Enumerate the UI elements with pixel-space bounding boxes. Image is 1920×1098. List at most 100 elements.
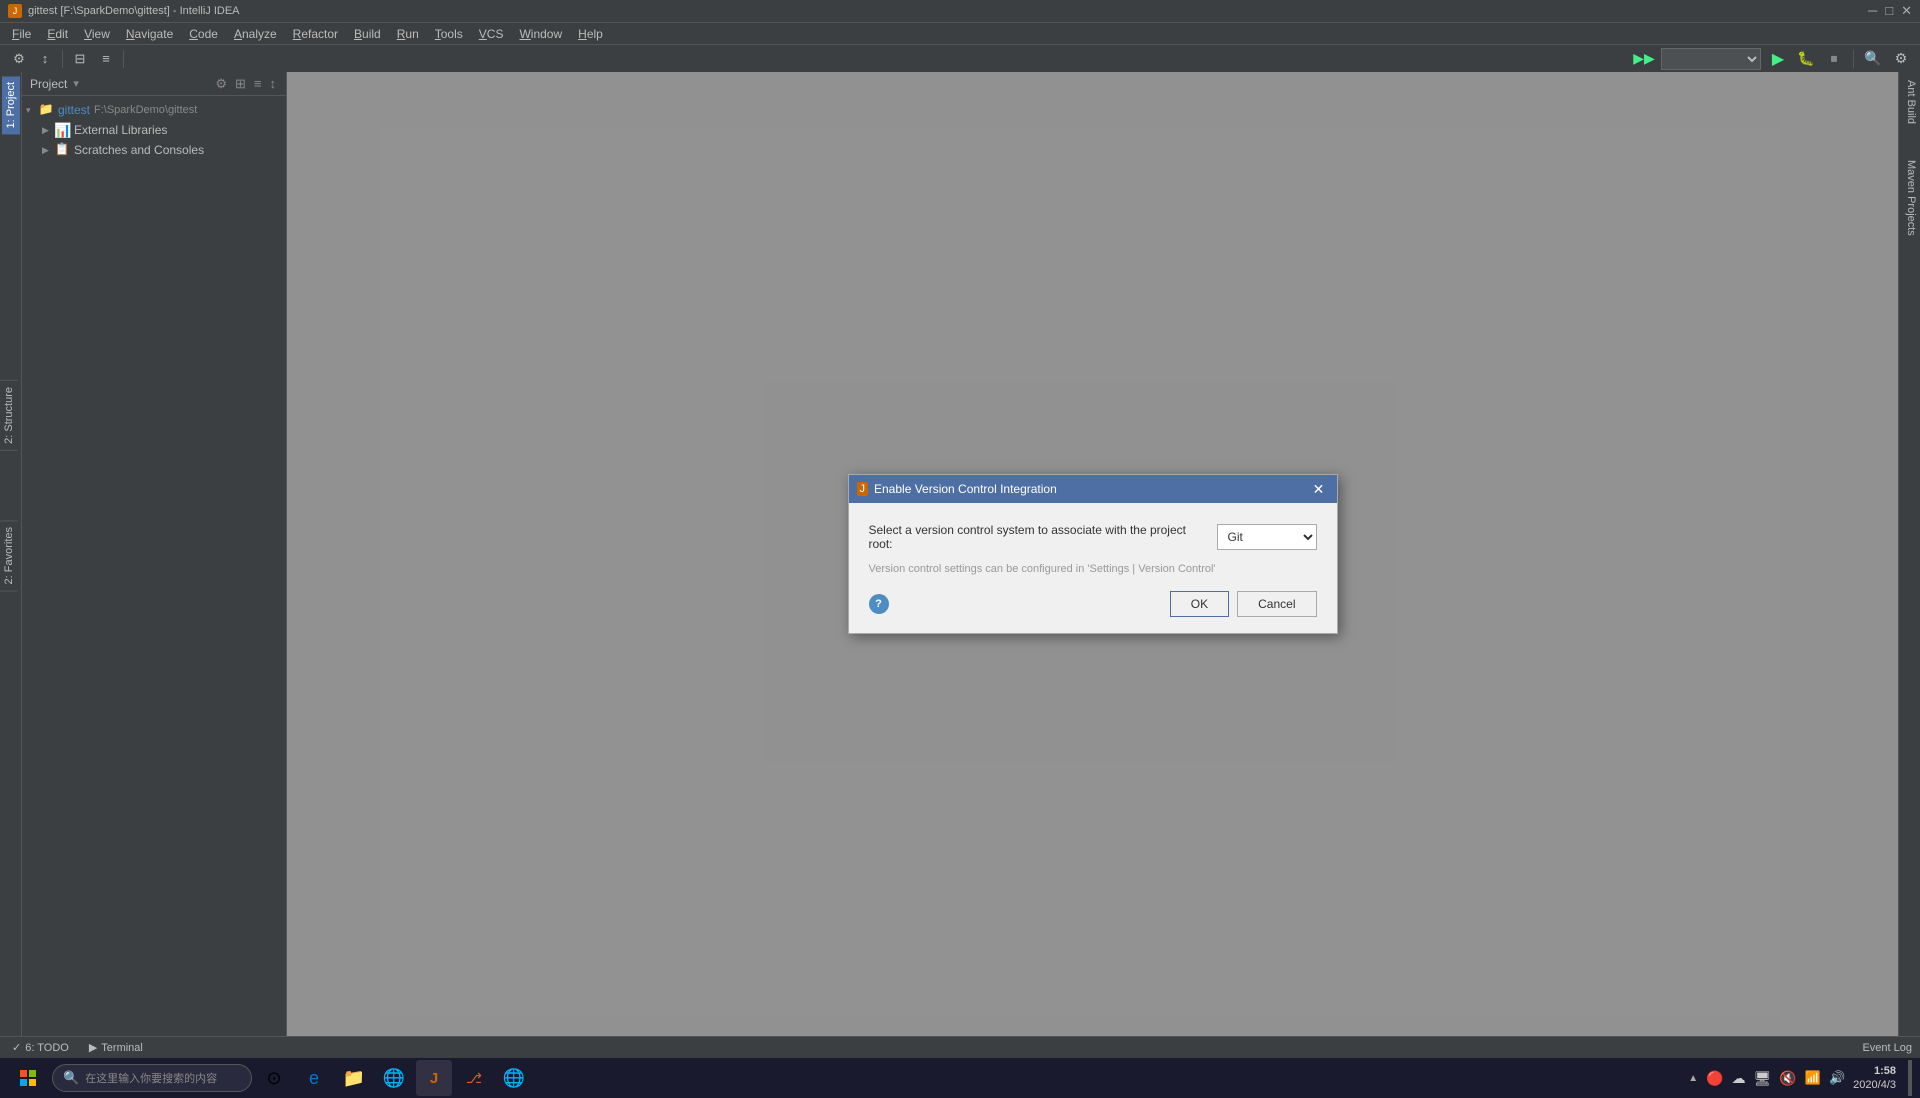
toolbar: ⚙ ↕ ⊟ ≡ ▶▶ ▶ 🐛 ⏹ 🔍 ⚙ <box>0 44 1920 72</box>
help-button[interactable]: ? <box>869 594 889 614</box>
title-bar: J gittest [F:\SparkDemo\gittest] - Intel… <box>0 0 1920 22</box>
favorites-panel-container: 2: Favorites <box>0 520 30 591</box>
structure-panel-container: 2: Structure <box>0 380 30 451</box>
dialog-hint: Version control settings can be configur… <box>869 563 1317 575</box>
taskbar-git-btn[interactable]: ⎇ <box>456 1060 492 1096</box>
panel-settings-icon[interactable]: ⚙ <box>213 76 229 92</box>
ok-button[interactable]: OK <box>1170 591 1229 617</box>
menu-analyze[interactable]: Analyze <box>226 25 285 43</box>
run-config-dropdown[interactable] <box>1661 48 1761 70</box>
right-tab-maven[interactable]: Maven Projects <box>1899 152 1920 244</box>
toolbar-search-btn[interactable]: 🔍 <box>1862 48 1884 70</box>
menu-edit[interactable]: Edit <box>39 25 76 43</box>
menu-window[interactable]: Window <box>511 25 570 43</box>
tray-icon3: 🖥 <box>1754 1070 1772 1087</box>
modal-overlay: J Enable Version Control Integration ✕ S… <box>287 72 1898 1036</box>
toolbar-settings-btn[interactable]: ⚙ <box>8 48 30 70</box>
tray-icon4: 🔇 <box>1779 1070 1796 1087</box>
menu-refactor[interactable]: Refactor <box>285 25 346 43</box>
tree-item-root[interactable]: ▾ 📁 gittest F:\SparkDemo\gittest <box>22 100 286 120</box>
toolbar-run-config-icon: ▶▶ <box>1633 48 1655 70</box>
todo-icon: ✓ <box>12 1041 21 1054</box>
menu-file[interactable]: File <box>4 25 39 43</box>
taskbar-edge-btn[interactable]: e <box>296 1060 332 1096</box>
tab-todo[interactable]: ✓ 6: TODO <box>8 1041 73 1054</box>
clock-time: 1:58 <box>1853 1064 1896 1078</box>
menu-bar: File Edit View Navigate Code Analyze Ref… <box>0 22 1920 44</box>
menu-navigate[interactable]: Navigate <box>118 25 181 43</box>
cancel-button[interactable]: Cancel <box>1237 591 1316 617</box>
tray-icon1: 🔴 <box>1706 1070 1723 1087</box>
panel-gear-icon[interactable]: ≡ <box>252 76 264 92</box>
chrome-icon: 🌐 <box>383 1068 405 1089</box>
tree-item-scratches[interactable]: ▶ 📋 Scratches and Consoles <box>22 140 286 160</box>
maximize-button[interactable]: □ <box>1885 3 1893 19</box>
toolbar-sync-btn[interactable]: ↕ <box>34 48 56 70</box>
editor-area: Search Everywhere Double Shift J Enable … <box>287 72 1898 1036</box>
taskbar-search[interactable]: 🔍 在这里输入你要搜索的内容 <box>52 1064 252 1092</box>
close-button[interactable]: ✕ <box>1901 3 1912 19</box>
project-panel-title: Project <box>30 77 67 91</box>
intellij-icon: J <box>430 1070 438 1087</box>
tree-label-scratches: Scratches and Consoles <box>74 143 204 157</box>
toolbar-sep3 <box>1853 50 1854 68</box>
dialog-title-icon: J <box>857 482 869 496</box>
tab-terminal[interactable]: ▶ Terminal <box>85 1041 147 1054</box>
show-desktop-btn[interactable] <box>1908 1060 1912 1096</box>
dialog-close-button[interactable]: ✕ <box>1309 479 1329 499</box>
panel-expand-icon[interactable]: ⊞ <box>233 76 248 92</box>
menu-view[interactable]: View <box>76 25 118 43</box>
project-tree: ▾ 📁 gittest F:\SparkDemo\gittest ▶ 📊 Ext… <box>22 96 286 1036</box>
minimize-button[interactable]: ─ <box>1868 3 1877 19</box>
taskbar-intellij-btn[interactable]: J <box>416 1060 452 1096</box>
tab-terminal-label: Terminal <box>101 1042 143 1054</box>
tray-up-icon[interactable]: ▲ <box>1688 1073 1698 1084</box>
tree-label-libraries: External Libraries <box>74 123 167 137</box>
panel-collapse-icon[interactable]: ↕ <box>268 76 279 92</box>
taskbar-chrome-btn[interactable]: 🌐 <box>376 1060 412 1096</box>
task-view-btn[interactable]: ⊙ <box>256 1060 292 1096</box>
tree-arrow-root: ▾ <box>26 105 38 116</box>
menu-build[interactable]: Build <box>346 25 389 43</box>
dialog-action-buttons: OK Cancel <box>1170 591 1317 617</box>
vcs-dropdown[interactable]: Git CVS Mercurial Subversion <box>1217 524 1317 550</box>
tree-item-libraries[interactable]: ▶ 📊 External Libraries <box>22 120 286 140</box>
dialog-titlebar: J Enable Version Control Integration ✕ <box>849 475 1337 503</box>
dialog-content: Select a version control system to assoc… <box>849 503 1337 633</box>
bottom-toolbar: ✓ 6: TODO ▶ Terminal Event Log <box>0 1036 1920 1058</box>
debug-btn[interactable]: 🐛 <box>1795 48 1817 70</box>
structure-panel-tab[interactable]: 2: Structure <box>0 380 18 451</box>
folder-icon: 📁 <box>343 1068 365 1089</box>
right-tab-ant-build[interactable]: Ant Build <box>1899 72 1920 132</box>
stop-btn[interactable]: ⏹ <box>1823 48 1845 70</box>
run-btn[interactable]: ▶ <box>1767 48 1789 70</box>
taskbar-folder-btn[interactable]: 📁 <box>336 1060 372 1096</box>
menu-vcs[interactable]: VCS <box>471 25 512 43</box>
dialog-label-row: Select a version control system to assoc… <box>869 523 1317 551</box>
toolbar-sep2 <box>123 50 124 68</box>
git-icon: ⎇ <box>466 1070 482 1087</box>
favorites-panel-tab[interactable]: 2: Favorites <box>0 520 18 591</box>
tab-todo-label: 6: TODO <box>25 1042 69 1054</box>
clock-date: 2020/4/3 <box>1853 1078 1896 1092</box>
taskbar-browser2-btn[interactable]: 🌐 <box>496 1060 532 1096</box>
menu-run[interactable]: Run <box>389 25 427 43</box>
task-view-icon: ⊙ <box>266 1068 281 1089</box>
event-log-label[interactable]: Event Log <box>1862 1042 1912 1054</box>
start-button[interactable] <box>8 1060 48 1096</box>
toolbar-sort-btn[interactable]: ≡ <box>95 48 117 70</box>
sidebar-tab-project[interactable]: 1: Project <box>2 76 20 134</box>
library-icon: 📊 <box>54 122 70 138</box>
taskbar-right: ▲ 🔴 ☁ 🖥 🔇 📶 🔊 1:58 2020/4/3 <box>1688 1060 1912 1096</box>
project-panel: Project ▾ ⚙ ⊞ ≡ ↕ ▾ 📁 gittest F:\SparkDe… <box>22 72 287 1036</box>
project-icon: 📁 <box>38 102 54 118</box>
bottom-right: Event Log <box>1862 1042 1912 1054</box>
dialog: J Enable Version Control Integration ✕ S… <box>848 474 1338 634</box>
menu-code[interactable]: Code <box>181 25 226 43</box>
dialog-label: Select a version control system to assoc… <box>869 523 1205 551</box>
chevron-down-icon[interactable]: ▾ <box>73 77 79 90</box>
toolbar-settings2-btn[interactable]: ⚙ <box>1890 48 1912 70</box>
menu-help[interactable]: Help <box>570 25 611 43</box>
menu-tools[interactable]: Tools <box>427 25 471 43</box>
toolbar-collapse-btn[interactable]: ⊟ <box>69 48 91 70</box>
